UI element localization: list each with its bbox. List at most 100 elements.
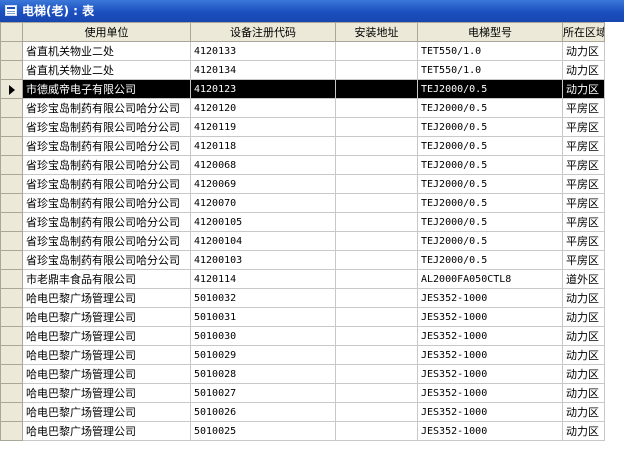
window-titlebar[interactable]: 电梯(老) : 表 (0, 0, 624, 22)
table-cell[interactable]: TET550/1.0 (417, 41, 563, 61)
table-cell[interactable]: 4120114 (190, 269, 336, 289)
table-cell[interactable]: 哈电巴黎广场管理公司 (22, 345, 191, 365)
table-row[interactable]: 省珍宝岛制药有限公司哈分公司 41200104 TEJ2000/0.5 平房区 (0, 231, 605, 251)
table-cell[interactable]: 平房区 (562, 212, 605, 232)
column-header[interactable]: 设备注册代码 (190, 22, 336, 42)
record-selector[interactable] (0, 231, 23, 251)
table-cell[interactable] (335, 269, 418, 289)
table-cell[interactable]: 平房区 (562, 174, 605, 194)
table-row[interactable]: 省直机关物业二处 4120134 TET550/1.0 动力区 (0, 60, 605, 80)
column-header[interactable]: 安装地址 (335, 22, 418, 42)
table-cell[interactable]: 省珍宝岛制药有限公司哈分公司 (22, 136, 191, 156)
table-row[interactable]: 市老鼎丰食品有限公司 4120114 AL2000FA050CTL8 道外区 (0, 269, 605, 289)
table-cell[interactable]: 动力区 (562, 288, 605, 308)
table-cell[interactable] (335, 60, 418, 80)
record-selector[interactable] (0, 193, 23, 213)
table-cell[interactable]: 41200104 (190, 231, 336, 251)
table-row[interactable]: 省珍宝岛制药有限公司哈分公司 4120069 TEJ2000/0.5 平房区 (0, 174, 605, 194)
table-cell[interactable]: 哈电巴黎广场管理公司 (22, 307, 191, 327)
table-cell[interactable]: 动力区 (562, 383, 605, 403)
table-cell[interactable]: 5010029 (190, 345, 336, 365)
table-cell[interactable]: JES352-1000 (417, 383, 563, 403)
table-cell[interactable]: TEJ2000/0.5 (417, 136, 563, 156)
record-selector[interactable] (0, 345, 23, 365)
table-row[interactable]: 哈电巴黎广场管理公司 5010025 JES352-1000 动力区 (0, 421, 605, 441)
record-selector[interactable] (0, 60, 23, 80)
table-cell[interactable] (335, 288, 418, 308)
table-cell[interactable]: JES352-1000 (417, 421, 563, 441)
table-cell[interactable]: 省珍宝岛制药有限公司哈分公司 (22, 98, 191, 118)
record-selector[interactable] (0, 136, 23, 156)
table-cell[interactable] (335, 421, 418, 441)
table-cell[interactable]: 动力区 (562, 307, 605, 327)
table-row[interactable]: 省珍宝岛制药有限公司哈分公司 4120118 TEJ2000/0.5 平房区 (0, 136, 605, 156)
table-cell[interactable]: 5010028 (190, 364, 336, 384)
table-cell[interactable] (335, 326, 418, 346)
table-cell[interactable]: TEJ2000/0.5 (417, 212, 563, 232)
table-cell[interactable]: 哈电巴黎广场管理公司 (22, 326, 191, 346)
table-cell[interactable]: 5010026 (190, 402, 336, 422)
table-cell[interactable]: 省珍宝岛制药有限公司哈分公司 (22, 231, 191, 251)
record-selector[interactable] (0, 383, 23, 403)
table-cell[interactable]: 4120118 (190, 136, 336, 156)
table-cell[interactable]: 4120070 (190, 193, 336, 213)
table-cell[interactable]: 41200105 (190, 212, 336, 232)
table-cell[interactable] (335, 402, 418, 422)
table-cell[interactable]: 动力区 (562, 79, 605, 99)
table-cell[interactable]: TEJ2000/0.5 (417, 174, 563, 194)
table-cell[interactable]: 5010031 (190, 307, 336, 327)
table-cell[interactable]: 哈电巴黎广场管理公司 (22, 364, 191, 384)
table-row[interactable]: 省珍宝岛制药有限公司哈分公司 4120070 TEJ2000/0.5 平房区 (0, 193, 605, 213)
table-cell[interactable] (335, 117, 418, 137)
table-cell[interactable]: 省珍宝岛制药有限公司哈分公司 (22, 155, 191, 175)
record-selector[interactable] (0, 288, 23, 308)
table-cell[interactable]: 动力区 (562, 326, 605, 346)
column-header[interactable]: 所在区域 (562, 22, 605, 42)
table-row[interactable]: 哈电巴黎广场管理公司 5010031 JES352-1000 动力区 (0, 307, 605, 327)
table-cell[interactable] (335, 79, 418, 99)
table-cell[interactable]: 省珍宝岛制药有限公司哈分公司 (22, 117, 191, 137)
table-cell[interactable]: 省直机关物业二处 (22, 41, 191, 61)
table-cell[interactable]: TEJ2000/0.5 (417, 250, 563, 270)
record-selector[interactable] (0, 174, 23, 194)
table-row[interactable]: 哈电巴黎广场管理公司 5010026 JES352-1000 动力区 (0, 402, 605, 422)
table-row[interactable]: 哈电巴黎广场管理公司 5010032 JES352-1000 动力区 (0, 288, 605, 308)
record-selector[interactable] (0, 79, 23, 99)
table-cell[interactable] (335, 250, 418, 270)
table-cell[interactable] (335, 383, 418, 403)
table-row[interactable]: 市德威帝电子有限公司 4120123 TEJ2000/0.5 动力区 (0, 79, 605, 99)
table-cell[interactable]: TEJ2000/0.5 (417, 79, 563, 99)
table-cell[interactable]: 平房区 (562, 117, 605, 137)
table-cell[interactable]: 4120134 (190, 60, 336, 80)
table-cell[interactable]: AL2000FA050CTL8 (417, 269, 563, 289)
table-cell[interactable]: 平房区 (562, 155, 605, 175)
table-cell[interactable] (335, 98, 418, 118)
table-cell[interactable]: 平房区 (562, 136, 605, 156)
record-selector[interactable] (0, 250, 23, 270)
table-cell[interactable]: 动力区 (562, 421, 605, 441)
table-cell[interactable]: 4120068 (190, 155, 336, 175)
table-cell[interactable]: 动力区 (562, 60, 605, 80)
table-cell[interactable]: JES352-1000 (417, 307, 563, 327)
table-cell[interactable]: TET550/1.0 (417, 60, 563, 80)
record-selector[interactable] (0, 326, 23, 346)
table-cell[interactable]: 哈电巴黎广场管理公司 (22, 421, 191, 441)
table-cell[interactable]: JES352-1000 (417, 345, 563, 365)
table-row[interactable]: 省珍宝岛制药有限公司哈分公司 4120120 TEJ2000/0.5 平房区 (0, 98, 605, 118)
table-cell[interactable]: 41200103 (190, 250, 336, 270)
record-selector[interactable] (0, 364, 23, 384)
table-cell[interactable]: JES352-1000 (417, 326, 563, 346)
table-cell[interactable]: TEJ2000/0.5 (417, 98, 563, 118)
table-cell[interactable]: 平房区 (562, 231, 605, 251)
table-cell[interactable]: 市老鼎丰食品有限公司 (22, 269, 191, 289)
record-selector[interactable] (0, 212, 23, 232)
table-cell[interactable] (335, 231, 418, 251)
table-cell[interactable]: 哈电巴黎广场管理公司 (22, 383, 191, 403)
table-cell[interactable]: 4120119 (190, 117, 336, 137)
table-cell[interactable]: 道外区 (562, 269, 605, 289)
table-row[interactable]: 省直机关物业二处 4120133 TET550/1.0 动力区 (0, 41, 605, 61)
table-cell[interactable] (335, 155, 418, 175)
table-cell[interactable]: 省珍宝岛制药有限公司哈分公司 (22, 193, 191, 213)
table-cell[interactable]: 5010025 (190, 421, 336, 441)
table-row[interactable]: 哈电巴黎广场管理公司 5010030 JES352-1000 动力区 (0, 326, 605, 346)
